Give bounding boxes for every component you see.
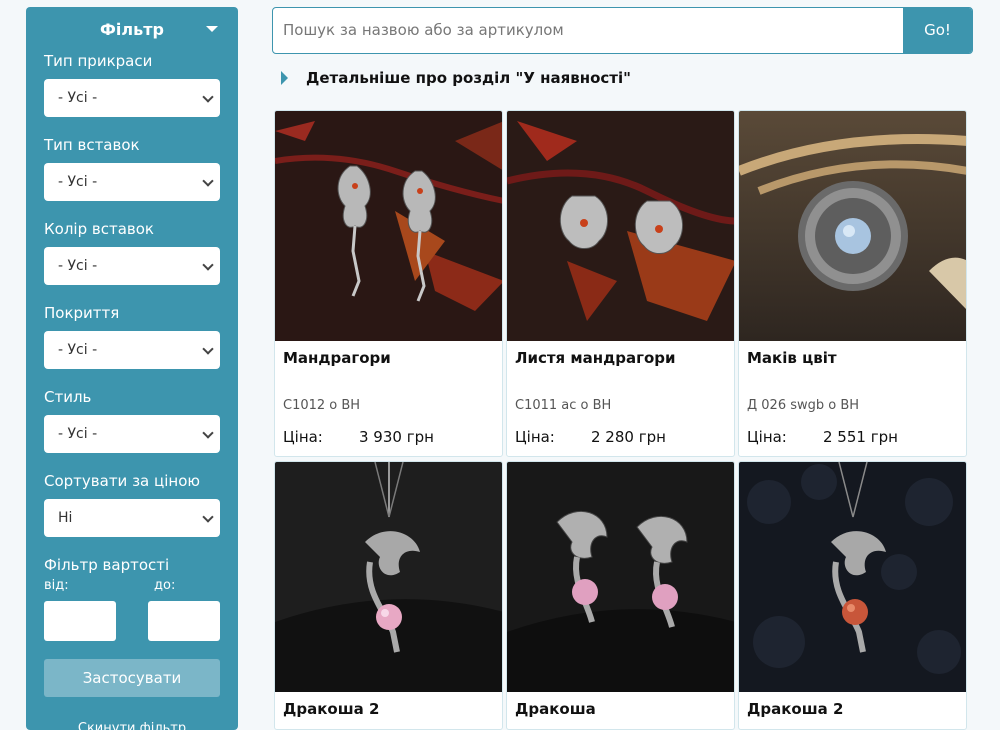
caret-down-icon[interactable] <box>206 26 218 32</box>
search-input[interactable]: Пошук за назвою або за артикулом <box>273 8 903 53</box>
search-go-button[interactable]: Go! <box>903 8 972 53</box>
product-price: 3 930 грн <box>359 428 434 446</box>
sort-price-select[interactable]: Ні <box>44 499 220 537</box>
product-name[interactable]: Дракоша 2 <box>283 700 379 718</box>
select-value: Ні <box>58 510 73 526</box>
style-select[interactable]: - Усі - <box>44 415 220 453</box>
select-value: - Усі - <box>58 90 98 106</box>
select-value: - Усі - <box>58 258 98 274</box>
product-card[interactable]: Листя мандрагори С1011 ас о ВН Ціна: 2 2… <box>506 110 735 457</box>
filter-label-insert-type: Тип вставок <box>44 136 140 154</box>
price-label: Ціна: <box>747 428 787 446</box>
chevron-down-icon <box>202 259 214 271</box>
product-card[interactable]: Дракоша 2 <box>738 461 967 730</box>
price-label: Ціна: <box>283 428 323 446</box>
filter-sidebar: Фільтр Тип прикраси - Усі - Тип вставок … <box>26 7 238 730</box>
product-sku: С1011 ас о ВН <box>515 398 612 413</box>
product-sku: С1012 о ВН <box>283 398 361 413</box>
filter-label-insert-color: Колір вставок <box>44 220 154 238</box>
product-image[interactable] <box>507 462 734 692</box>
filter-label-jewelry-type: Тип прикраси <box>44 52 153 70</box>
filter-header[interactable]: Фільтр <box>44 7 220 51</box>
product-image[interactable] <box>739 111 966 341</box>
product-image[interactable] <box>275 462 502 692</box>
product-image[interactable] <box>739 462 966 692</box>
product-card[interactable]: Дракоша 2 <box>274 461 503 730</box>
jewelry-type-select[interactable]: - Усі - <box>44 79 220 117</box>
chevron-down-icon <box>202 175 214 187</box>
coating-select[interactable]: - Усі - <box>44 331 220 369</box>
product-card[interactable]: Дракоша <box>506 461 735 730</box>
chevron-down-icon <box>202 511 214 523</box>
product-image[interactable] <box>275 111 502 341</box>
product-card[interactable]: Мандрагори С1012 о ВН Ціна: 3 930 грн <box>274 110 503 457</box>
chevron-down-icon <box>202 91 214 103</box>
price-to-input[interactable] <box>148 601 220 641</box>
product-image[interactable] <box>507 111 734 341</box>
select-value: - Усі - <box>58 426 98 442</box>
price-label: Ціна: <box>515 428 555 446</box>
price-from-group: від: <box>44 577 116 641</box>
price-filter-label: Фільтр вартості <box>44 556 170 574</box>
product-name[interactable]: Мандрагори <box>283 349 391 367</box>
chevron-down-icon <box>202 427 214 439</box>
filter-label-sort-price: Сортувати за ціною <box>44 472 200 490</box>
reset-filter-link[interactable]: Скинути фільтр <box>44 721 220 730</box>
section-details-link[interactable]: Детальніше про розділ "У наявності" <box>281 69 631 87</box>
product-sku: Д 026 swgb о ВН <box>747 398 860 413</box>
filter-title: Фільтр <box>100 19 164 39</box>
chevron-down-icon <box>202 343 214 355</box>
filter-label-coating: Покриття <box>44 304 120 322</box>
product-name[interactable]: Дракоша <box>515 700 596 718</box>
search-bar: Пошук за назвою або за артикулом Go! <box>272 7 973 54</box>
product-name[interactable]: Дракоша 2 <box>747 700 843 718</box>
apply-button[interactable]: Застосувати <box>44 659 220 697</box>
insert-color-select[interactable]: - Усі - <box>44 247 220 285</box>
select-value: - Усі - <box>58 174 98 190</box>
product-name[interactable]: Маків цвіт <box>747 349 837 367</box>
filter-label-style: Стиль <box>44 388 92 406</box>
insert-type-select[interactable]: - Усі - <box>44 163 220 201</box>
price-to-label: до: <box>154 578 176 593</box>
product-price: 2 280 грн <box>591 428 666 446</box>
section-details-text: Детальніше про розділ "У наявності" <box>306 69 631 87</box>
product-card[interactable]: Маків цвіт Д 026 swgb о ВН Ціна: 2 551 г… <box>738 110 967 457</box>
product-name[interactable]: Листя мандрагори <box>515 349 676 367</box>
price-from-input[interactable] <box>44 601 116 641</box>
select-value: - Усі - <box>58 342 98 358</box>
price-from-label: від: <box>44 578 69 593</box>
price-to-group: до: <box>148 577 220 641</box>
price-range: від: до: <box>44 577 220 641</box>
product-price: 2 551 грн <box>823 428 898 446</box>
triangle-right-icon <box>281 71 288 85</box>
